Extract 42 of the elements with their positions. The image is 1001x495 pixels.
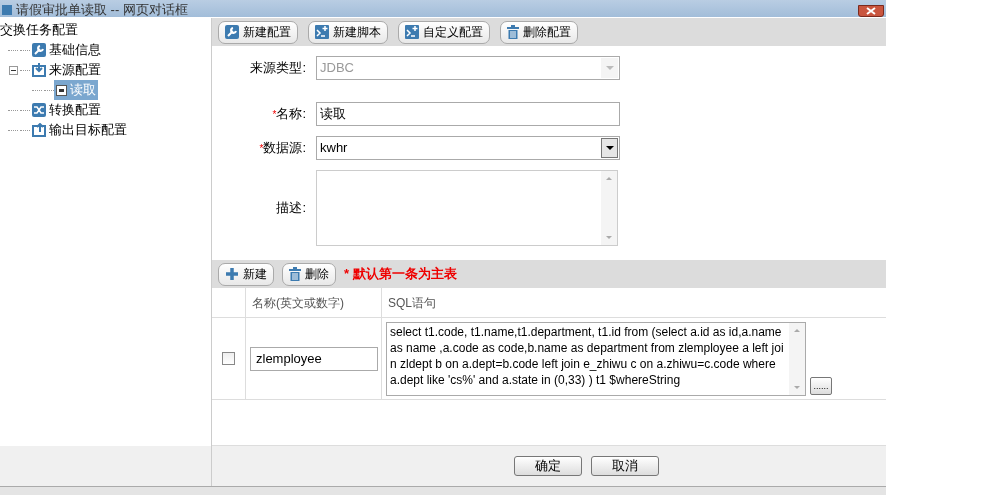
grid-button[interactable]: 删除 [282,262,336,286]
label-text: 数据源: [263,140,306,156]
plus-icon [225,267,239,281]
grid-button[interactable]: 新建 [218,262,274,286]
close-button[interactable] [858,5,884,17]
label-text: 来源类型: [250,60,306,76]
browse-button[interactable]: ...... [810,377,832,395]
column-header: 名称(英文或数字) [246,288,382,317]
collapse-toggle[interactable] [8,65,18,75]
wrench-icon [225,25,239,39]
window-icon [2,5,12,15]
column-header: SQL语句 [387,294,437,312]
label-text: 描述: [276,200,306,216]
close-icon[interactable] [866,7,876,15]
tree-item[interactable]: 输出目标配置 [30,120,129,140]
toolbar-button[interactable]: 自定义配置 [398,20,490,44]
name-input[interactable]: 读取 [316,102,620,126]
dialog-button[interactable]: 确定 [513,456,582,476]
tree-item[interactable]: 转换配置 [30,100,103,120]
dialog-button[interactable]: 取消 [590,456,659,476]
trash-icon [289,267,301,281]
shuffle-icon [32,103,46,117]
toolbar-button[interactable]: 新建脚本 [308,20,388,44]
tree-item[interactable]: 基础信息 [30,40,103,60]
label-text: 名称: [276,106,306,122]
tree-root[interactable]: 交换任务配置 [0,20,211,40]
required-mark: * [272,109,277,121]
script-icon [405,25,419,39]
list-item-icon [56,84,67,96]
trash-icon [507,25,519,39]
select-field[interactable]: kwhr [316,136,620,160]
required-mark: * [259,143,264,155]
name-input[interactable]: zlemployee [250,346,378,371]
toolbar-button[interactable]: 新建配置 [218,20,298,44]
window-title: 请假审批单读取 -- 网页对话框 [16,3,188,17]
tree-item[interactable]: 来源配置 [30,60,103,80]
note-text: * 默认第一条为主表 [344,265,457,284]
toolbar-button[interactable]: 删除配置 [500,20,578,44]
wrench-icon [32,43,46,57]
row-checkbox[interactable] [222,352,235,365]
sql-textarea[interactable]: select t1.code, t1.name,t1.department, t1.id from (select a.id as id,a.name as name ,a.code as code,b.name as department from zlemployee a left join zldept b on a.dept=b.code left join e_zhiwu c on a.zhiwu=c.code where a.dept like 'cs%' and a.state in (0,33) ) t1 $whereString [386,321,806,396]
script-icon [315,25,329,39]
